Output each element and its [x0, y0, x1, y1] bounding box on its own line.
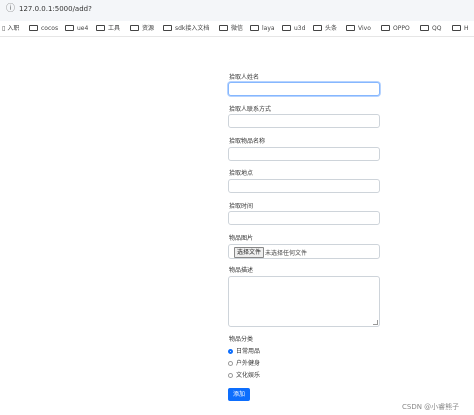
category-radio-daily[interactable]: 日常用品 [228, 346, 260, 355]
folder-icon [250, 25, 259, 31]
radio-checked-icon[interactable] [228, 349, 233, 354]
folder-icon [313, 25, 322, 31]
bookmark-item[interactable]: QQ [420, 24, 441, 34]
choose-file-button[interactable]: 选择文件 [234, 247, 265, 258]
bookmark-item[interactable]: H [452, 24, 469, 34]
pickup-time-input[interactable] [228, 211, 380, 225]
pickup-place-label: 拾取地点 [229, 170, 254, 177]
bookmark-icon: ▯ [2, 25, 6, 32]
folder-icon [452, 25, 461, 31]
address-bar[interactable]: ⓘ 127.0.0.1:5000/add? [0, 0, 474, 21]
bookmark-item[interactable]: ue4 [65, 24, 88, 34]
folder-icon [29, 25, 38, 31]
item-name-label: 拾取物品名称 [229, 138, 266, 145]
add-button[interactable]: 添加 [228, 388, 250, 401]
info-icon[interactable]: ⓘ [6, 5, 15, 14]
bookmark-item[interactable]: ▯ 入职 [2, 24, 19, 34]
bookmarks-bar: ▯ 入职 cocos ue4 工具 资源 sdk接入文档 微信 laya u3d … [0, 21, 474, 37]
pickup-time-label: 拾取时间 [229, 203, 254, 210]
folder-icon [420, 25, 429, 31]
bookmark-item[interactable]: 资源 [130, 24, 154, 34]
bookmark-item[interactable]: u3d [282, 24, 305, 34]
bookmark-item[interactable]: sdk接入文档 [163, 24, 209, 34]
bookmark-item[interactable]: laya [250, 24, 275, 34]
watermark: CSDN @小睿熊子 [402, 403, 460, 411]
folder-icon [346, 25, 355, 31]
item-image-file-input[interactable]: 选择文件 未选择任何文件 [228, 244, 380, 259]
picker-contact-input[interactable] [228, 114, 380, 128]
bookmark-item[interactable]: 微信 [219, 24, 243, 34]
item-name-input[interactable] [228, 147, 380, 161]
folder-icon [163, 25, 172, 31]
bookmark-item[interactable]: 工具 [96, 24, 120, 34]
folder-icon [65, 25, 74, 31]
picker-contact-label: 拾取人联系方式 [229, 106, 272, 113]
pickup-place-input[interactable] [228, 179, 380, 193]
item-image-label: 物品图片 [229, 235, 254, 242]
bookmark-item[interactable]: Vivo [346, 24, 371, 34]
bookmark-item[interactable]: OPPO [381, 24, 410, 34]
folder-icon [282, 25, 291, 31]
url-text[interactable]: 127.0.0.1:5000/add? [19, 5, 92, 13]
category-radio-culture[interactable]: 文化娱乐 [228, 370, 260, 379]
item-desc-label: 物品描述 [229, 267, 254, 274]
radio-icon[interactable] [228, 373, 233, 378]
resize-handle-icon[interactable] [373, 320, 378, 325]
item-desc-textarea[interactable] [228, 276, 380, 327]
bookmark-item[interactable]: cocos [29, 24, 58, 34]
category-radio-outdoor[interactable]: 户外健身 [228, 358, 260, 367]
no-file-text: 未选择任何文件 [265, 250, 308, 257]
folder-icon [381, 25, 390, 31]
bookmark-item[interactable]: 头条 [313, 24, 337, 34]
folder-icon [96, 25, 105, 31]
picker-name-input[interactable] [228, 82, 380, 96]
folder-icon [130, 25, 139, 31]
picker-name-label: 拾取人姓名 [229, 74, 260, 81]
category-label: 物品分类 [229, 336, 254, 343]
folder-icon [219, 25, 228, 31]
radio-icon[interactable] [228, 361, 233, 366]
